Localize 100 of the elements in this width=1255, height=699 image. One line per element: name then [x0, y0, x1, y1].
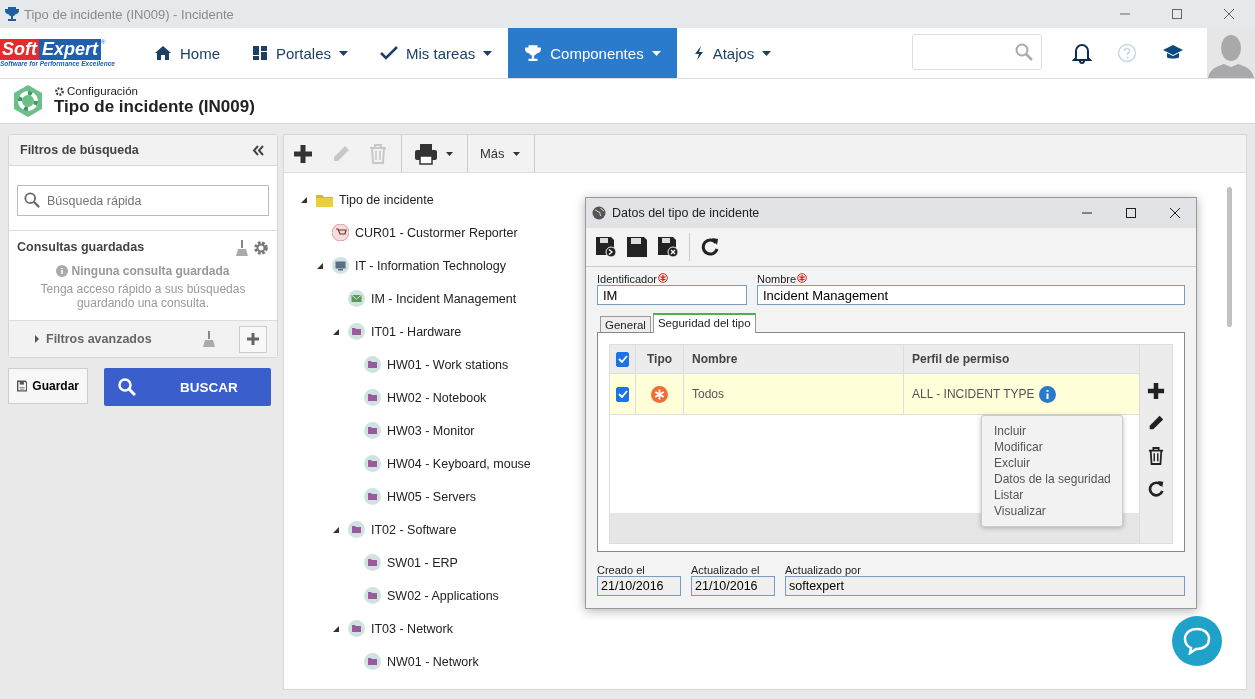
tab[interactable]: Seguridad del tipo	[652, 313, 756, 333]
floppy-icon	[17, 378, 28, 394]
search-button[interactable]: BUSCAR	[104, 368, 271, 406]
tree-item[interactable]: HW01 - Work stations	[387, 357, 509, 372]
expand-toggle[interactable]	[332, 525, 340, 534]
monitor-icon	[332, 257, 349, 274]
folder-icon	[364, 455, 381, 472]
text-field[interactable]: IM	[597, 285, 747, 305]
caret-icon	[512, 151, 520, 156]
popover-item: Excluir	[994, 455, 1031, 471]
save-close-icon[interactable]	[657, 236, 679, 258]
cart-icon	[332, 224, 349, 241]
trophy-icon	[524, 44, 543, 62]
text-field[interactable]: 21/10/2016	[597, 576, 681, 596]
delete-icon[interactable]	[1148, 446, 1164, 466]
tree-item[interactable]: IT02 - Software	[371, 522, 457, 537]
column-header[interactable]: Nombre	[684, 345, 904, 373]
more-menu-button[interactable]: Más	[468, 135, 535, 172]
field-label: Actualizado el	[691, 564, 761, 576]
trophy-icon	[4, 6, 20, 22]
asterisk-icon	[651, 385, 668, 403]
maximize-icon[interactable]	[1125, 207, 1137, 219]
expand-toggle[interactable]	[300, 195, 308, 204]
popover-item: Incluir	[994, 423, 1027, 439]
info-icon	[56, 265, 69, 277]
folder-icon	[364, 389, 381, 406]
panel-title: Filtros de búsqueda	[20, 143, 139, 157]
speech-bubble-icon	[1182, 627, 1212, 655]
empty-state-title: Ninguna consulta guardada	[71, 264, 230, 278]
folder-icon	[316, 192, 333, 207]
save-new-icon[interactable]	[595, 236, 617, 258]
popover-item: Datos de la seguridad	[994, 471, 1110, 487]
text-field[interactable]: softexpert	[785, 576, 1185, 596]
save-icon[interactable]	[626, 236, 648, 258]
column-header[interactable]: Perfil de permiso	[904, 345, 1139, 373]
info-icon[interactable]	[1039, 385, 1057, 403]
tree-item[interactable]: CUR01 - Custormer Reporter	[355, 225, 518, 240]
column-header[interactable]: Tipo	[636, 345, 684, 373]
nav-menu-item[interactable]: Mis tareas	[364, 28, 509, 78]
expand-toggle[interactable]	[316, 261, 324, 270]
nav-menu-item[interactable]: Home	[138, 28, 236, 78]
field-label: Actualizado por	[785, 564, 862, 576]
checkbox[interactable]	[616, 386, 629, 402]
tree-item[interactable]: SW02 - Applications	[387, 588, 499, 603]
lightning-icon	[692, 45, 705, 61]
add-icon[interactable]	[1147, 382, 1165, 400]
dashboard-icon	[252, 45, 268, 61]
caret-icon	[34, 335, 40, 343]
folder-icon	[364, 587, 381, 604]
refresh-icon[interactable]	[700, 237, 720, 257]
save-button[interactable]: Guardar	[8, 368, 88, 404]
plus-icon	[293, 143, 313, 164]
popover-item: Modificar	[994, 439, 1044, 455]
tab[interactable]: General	[600, 316, 651, 332]
tree-item[interactable]: HW05 - Servers	[387, 489, 476, 504]
tree-item[interactable]: Tipo de incidente	[339, 192, 434, 207]
section-title: Consultas guardadas	[17, 240, 145, 256]
text-field[interactable]: 21/10/2016	[691, 576, 775, 596]
collapse-icon[interactable]	[252, 144, 265, 156]
broom-icon[interactable]	[236, 240, 248, 256]
nav-menu-item[interactable]: Componentes	[508, 28, 677, 78]
tree-item[interactable]: IT01 - Hardware	[371, 324, 462, 339]
nav-menu-item[interactable]: Portales	[236, 28, 365, 78]
search-field[interactable]: Búsqueda rápida	[17, 185, 269, 216]
text-field[interactable]: Incident Management	[757, 285, 1185, 305]
empty-state-text: Tenga acceso rápido a sus búsquedas guardando una consulta.	[39, 282, 247, 310]
tree-item[interactable]: HW03 - Monitor	[387, 423, 475, 438]
search-icon	[118, 378, 136, 396]
table-row[interactable]: Todos ALL - INCIDENT TYPE	[610, 374, 1139, 415]
tree-item[interactable]: SW01 - ERP	[387, 555, 458, 570]
refresh-icon[interactable]	[1147, 480, 1165, 498]
folder-icon	[348, 620, 365, 637]
tree-item[interactable]: IT03 - Network	[371, 621, 453, 636]
folder-icon	[364, 422, 381, 439]
dialog-title: Datos del tipo de incidente	[612, 206, 760, 220]
close-icon[interactable]	[1169, 207, 1181, 219]
settings-icon[interactable]	[253, 240, 269, 256]
envelope-icon	[348, 290, 365, 307]
field-label: Identificador	[597, 273, 747, 285]
tree-item[interactable]: IT - Information Technology	[355, 258, 506, 273]
scrollbar[interactable]	[1227, 187, 1232, 327]
bell-icon[interactable]	[1072, 42, 1092, 64]
add-button[interactable]	[239, 325, 267, 353]
field-label: Nombre	[757, 273, 1185, 285]
checkbox[interactable]	[616, 351, 629, 367]
search-field[interactable]	[912, 34, 1042, 70]
expand-toggle[interactable]	[332, 624, 340, 633]
broom-icon[interactable]	[203, 331, 215, 347]
nav-menu-item[interactable]: Atajos	[676, 28, 788, 78]
tree-item[interactable]: NW01 - Network	[387, 654, 479, 669]
expand-toggle[interactable]	[332, 327, 340, 336]
tree-item[interactable]: IM - Incident Management	[371, 291, 517, 306]
folder-icon	[348, 323, 365, 340]
tree-item[interactable]: HW04 - Keyboard, mouse	[387, 456, 531, 471]
plus-icon	[246, 332, 260, 346]
edit-icon[interactable]	[1147, 414, 1165, 432]
check-icon	[380, 45, 399, 61]
printer-icon	[414, 142, 438, 165]
popover-item: Visualizar	[994, 503, 1047, 519]
tree-item[interactable]: HW02 - Notebook	[387, 390, 487, 405]
